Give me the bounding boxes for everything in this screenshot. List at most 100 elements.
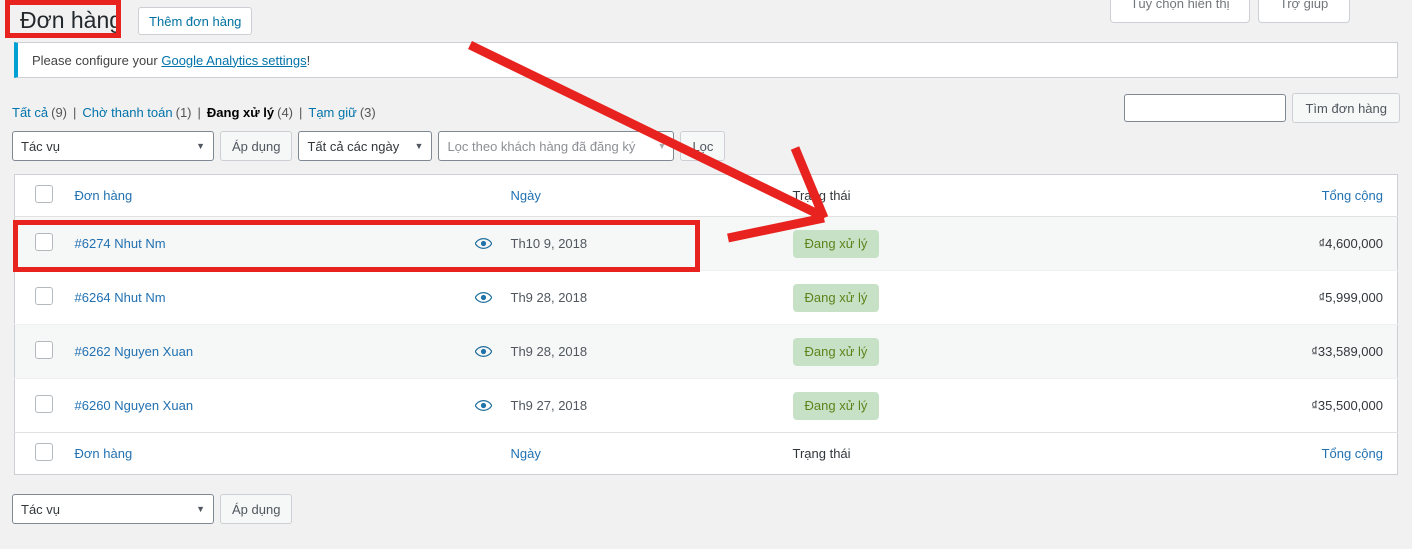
bulk-action-select-top[interactable]: Tác vụ ▼ [12, 131, 214, 161]
row-total-cell: ₫35,500,000 [1048, 378, 1398, 433]
row-order-cell: #6260 Nguyen Xuan [60, 378, 511, 433]
order-link[interactable]: #6264 Nhut Nm [75, 290, 166, 305]
status-filter-onhold-link[interactable]: Tạm giữ [308, 105, 356, 120]
status-badge: Đang xử lý [792, 337, 880, 366]
table-header-row: Đơn hàng Ngày Trạng thái Tổng cộng [14, 174, 1398, 217]
page-header: Đơn hàng Thêm đơn hàng [12, 2, 253, 39]
column-header-status: Trạng thái [778, 174, 1049, 217]
date-filter-selected-label: Tất cả các ngày [307, 138, 400, 154]
eye-icon[interactable] [471, 288, 497, 308]
orders-table-foot: Đơn hàng Ngày Trạng thái Tổng cộng [14, 432, 1398, 475]
row-checkbox-cell [14, 324, 61, 379]
row-status-cell: Đang xử lý [778, 324, 1049, 379]
notice-text-before: Please configure your [32, 52, 162, 68]
order-link[interactable]: #6262 Nguyen Xuan [75, 344, 194, 359]
column-header-date[interactable]: Ngày [510, 174, 779, 217]
row-date-cell: Th10 9, 2018 [510, 236, 588, 251]
table-row: #6262 Nguyen Xuan Th9 28, 2018 Đang xử l… [14, 324, 1398, 379]
row-checkbox-cell [14, 378, 61, 433]
table-row: #6264 Nhut Nm Th9 28, 2018 Đang xử lý ₫5… [14, 270, 1398, 325]
row-date-cell: Th9 28, 2018 [510, 324, 779, 379]
column-footer-order[interactable]: Đơn hàng [60, 432, 511, 475]
add-order-button[interactable]: Thêm đơn hàng [138, 6, 253, 35]
eye-icon[interactable] [471, 396, 497, 416]
column-header-total[interactable]: Tổng cộng [1048, 174, 1398, 217]
status-filter-list: Tất cả (9) | Chờ thanh toán (1) | Đang x… [12, 105, 376, 120]
row-checkbox-cell [15, 217, 61, 271]
row-status-cell: Đang xử lý [778, 270, 1049, 325]
status-filter-pending-link[interactable]: Chờ thanh toán [82, 105, 172, 120]
search-submit-button[interactable]: Tìm đơn hàng [1292, 93, 1400, 123]
search-box: Tìm đơn hàng [1124, 93, 1400, 123]
column-footer-status-label: Trạng thái [792, 446, 851, 461]
row-checkbox[interactable] [35, 287, 53, 305]
column-footer-total-label: Tổng cộng [1321, 446, 1383, 461]
row-checkbox-cell [14, 270, 61, 325]
customer-filter-select[interactable]: Lọc theo khách hàng đã đăng ký ▼ [438, 131, 675, 161]
status-filter-all-count: (9) [51, 105, 68, 120]
select-all-checkbox-footer[interactable] [35, 443, 53, 461]
row-order-cell: #6262 Nguyen Xuan [60, 324, 511, 379]
filter-button[interactable]: Lọc [680, 131, 726, 161]
status-filter-pending: Chờ thanh toán (1) | [82, 105, 206, 120]
order-link[interactable]: #6260 Nguyen Xuan [75, 398, 194, 413]
google-analytics-settings-link[interactable]: Google Analytics settings [161, 53, 306, 68]
orders-page: Tùy chọn hiển thị Trợ giúp Đơn hàng Thêm… [0, 0, 1412, 549]
apply-bulk-action-button-bottom[interactable]: Áp dụng [220, 494, 293, 524]
table-footer-row: Đơn hàng Ngày Trạng thái Tổng cộng [14, 432, 1398, 475]
eye-icon[interactable] [471, 234, 497, 254]
notice-text: Please configure your Google Analytics s… [32, 53, 310, 68]
row-status-cell: Đang xử lý [779, 217, 1049, 271]
row-checkbox[interactable] [35, 233, 53, 251]
row-date-cell: Th9 28, 2018 [510, 270, 779, 325]
status-filter-all: Tất cả (9) | [12, 105, 82, 120]
tablenav-top: Tác vụ ▼ Áp dụng Tất cả các ngày ▼ Lọc t… [12, 131, 726, 161]
row-checkbox[interactable] [35, 341, 53, 359]
row-checkbox[interactable] [35, 395, 53, 413]
select-all-checkbox[interactable] [35, 185, 53, 203]
display-options-tab[interactable]: Tùy chọn hiển thị [1110, 0, 1250, 23]
column-header-order[interactable]: Đơn hàng [60, 174, 511, 217]
chevron-down-icon: ▼ [657, 141, 667, 151]
search-input[interactable] [1124, 94, 1287, 122]
chevron-down-icon: ▼ [196, 504, 205, 514]
chevron-down-icon: ▼ [196, 141, 205, 151]
notice-text-after: ! [306, 52, 311, 68]
row-total-cell: ₫33,589,000 [1048, 324, 1398, 379]
admin-notice: Please configure your Google Analytics s… [14, 42, 1398, 78]
screen-meta-tabs: Tùy chọn hiển thị Trợ giúp [1110, 0, 1350, 23]
date-filter-select[interactable]: Tất cả các ngày ▼ [298, 131, 433, 161]
bulk-action-select-bottom[interactable]: Tác vụ ▼ [12, 494, 214, 524]
row-order-cell: #6264 Nhut Nm [60, 270, 511, 325]
display-options-label: Tùy chọn hiển thị [1130, 0, 1230, 11]
order-link[interactable]: #6274 Nhut Nm [75, 236, 166, 251]
orders-table-head: Đơn hàng Ngày Trạng thái Tổng cộng [14, 174, 1398, 217]
column-footer-status: Trạng thái [778, 432, 1049, 475]
status-filter-all-link[interactable]: Tất cả [12, 105, 48, 120]
column-footer-total[interactable]: Tổng cộng [1048, 432, 1398, 475]
eye-icon[interactable] [471, 342, 497, 362]
column-header-status-label: Trạng thái [792, 188, 851, 203]
status-filter-processing-count: (4) [277, 105, 293, 120]
table-row: #6260 Nguyen Xuan Th9 27, 2018 Đang xử l… [14, 378, 1398, 433]
column-header-date-label: Ngày [510, 188, 541, 203]
bulk-action-selected-label-bottom: Tác vụ [21, 501, 61, 517]
status-filter-onhold: Tạm giữ (3) [308, 105, 375, 120]
column-footer-date[interactable]: Ngày [510, 432, 779, 475]
separator: | [73, 105, 77, 120]
status-filter-processing-link[interactable]: Đang xử lý [207, 105, 274, 120]
row-date-cell: Th9 27, 2018 [510, 378, 779, 433]
select-all-footer [14, 432, 61, 475]
separator: | [299, 105, 303, 120]
column-footer-order-label: Đơn hàng [74, 446, 133, 461]
status-badge: Đang xử lý [792, 283, 880, 312]
select-all-header [14, 174, 61, 217]
help-tab[interactable]: Trợ giúp [1258, 0, 1350, 23]
tablenav-bottom: Tác vụ ▼ Áp dụng [12, 494, 293, 524]
status-filter-onhold-count: (3) [359, 105, 376, 120]
column-header-total-label: Tổng cộng [1321, 188, 1383, 203]
row-order-cell: #6274 Nhut Nm [61, 217, 511, 271]
chevron-down-icon: ▼ [414, 141, 424, 151]
apply-bulk-action-button-top[interactable]: Áp dụng [220, 131, 293, 161]
customer-filter-placeholder: Lọc theo khách hàng đã đăng ký [447, 138, 636, 154]
